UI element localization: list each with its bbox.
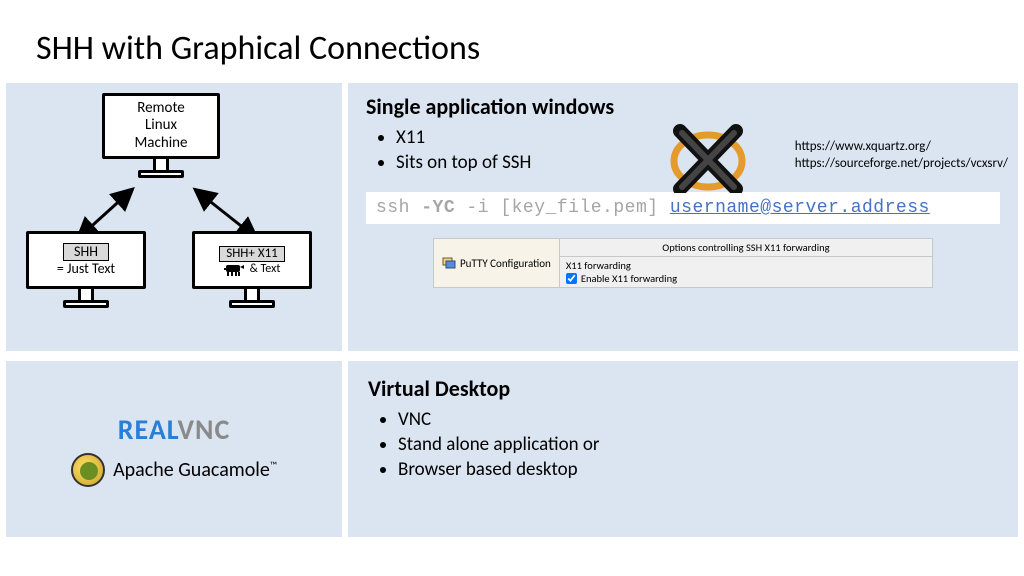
- ssh-sub: = Just Text: [57, 261, 115, 277]
- cmd-rest: -i [key_file.pem]: [455, 198, 670, 218]
- ssh-machine: SHH = Just Text: [26, 231, 146, 308]
- vd-b1: VNC: [398, 408, 998, 431]
- link-xquartz[interactable]: https://www.xquartz.org/: [795, 139, 931, 154]
- realvnc-logo: REALVNC: [118, 412, 231, 447]
- guacamole-logo: Apache Guacamole™: [71, 453, 277, 487]
- putty-title: PuTTY Configuration: [460, 257, 551, 270]
- guac-text: Apache Guacamole: [113, 458, 270, 482]
- single-app-panel: Single application windows X11 Sits on t…: [348, 83, 1018, 351]
- xquartz-icon: [668, 123, 748, 193]
- vd-b3: Browser based desktop: [398, 458, 998, 481]
- sshx11-machine: SHH+ X11 & Text: [192, 231, 312, 308]
- guacamole-icon: [71, 453, 105, 487]
- putty-check-label: Enable X11 forwarding: [581, 272, 677, 285]
- vd-b2: Stand alone application or: [398, 433, 998, 456]
- links: https://www.xquartz.org/ https://sourcef…: [795, 139, 1008, 173]
- ssh-badge: SHH: [63, 243, 109, 261]
- cmd-user: username@server.address: [670, 198, 930, 218]
- putty-opts-title: Options controlling SSH X11 forwarding: [560, 239, 932, 257]
- diagram-panel: Remote Linux Machine SHH = Just Text SHH…: [6, 83, 342, 351]
- ssh-command: ssh -YC -i [key_file.pem] username@serve…: [366, 192, 1000, 224]
- vnc-logos-panel: REALVNC Apache Guacamole™: [6, 361, 342, 537]
- putty-icon: [442, 256, 456, 270]
- slide: SHH with Graphical Connections Remote Li…: [0, 0, 1024, 576]
- cow-icon: [224, 262, 246, 276]
- putty-checkbox-row[interactable]: Enable X11 forwarding: [566, 272, 926, 285]
- sshx11-badge: SHH+ X11: [219, 246, 285, 263]
- putty-section: X11 forwarding: [566, 259, 926, 272]
- remote-machine: Remote Linux Machine: [102, 93, 220, 178]
- cmd-flag: -YC: [421, 198, 455, 218]
- sshx11-sub: & Text: [250, 263, 281, 277]
- putty-config: PuTTY Configuration Options controlling …: [433, 238, 933, 288]
- enable-x11-checkbox[interactable]: [566, 273, 577, 284]
- link-vcxsrv[interactable]: https://sourceforge.net/projects/vcxsrv/: [795, 156, 1008, 171]
- remote-label: Remote Linux Machine: [134, 100, 187, 152]
- single-app-heading: Single application windows: [366, 93, 1000, 120]
- vd-heading: Virtual Desktop: [368, 375, 998, 402]
- cmd-ssh: ssh: [376, 198, 421, 218]
- virtual-desktop-panel: Virtual Desktop VNC Stand alone applicat…: [348, 361, 1018, 537]
- slide-title: SHH with Graphical Connections: [0, 0, 1024, 83]
